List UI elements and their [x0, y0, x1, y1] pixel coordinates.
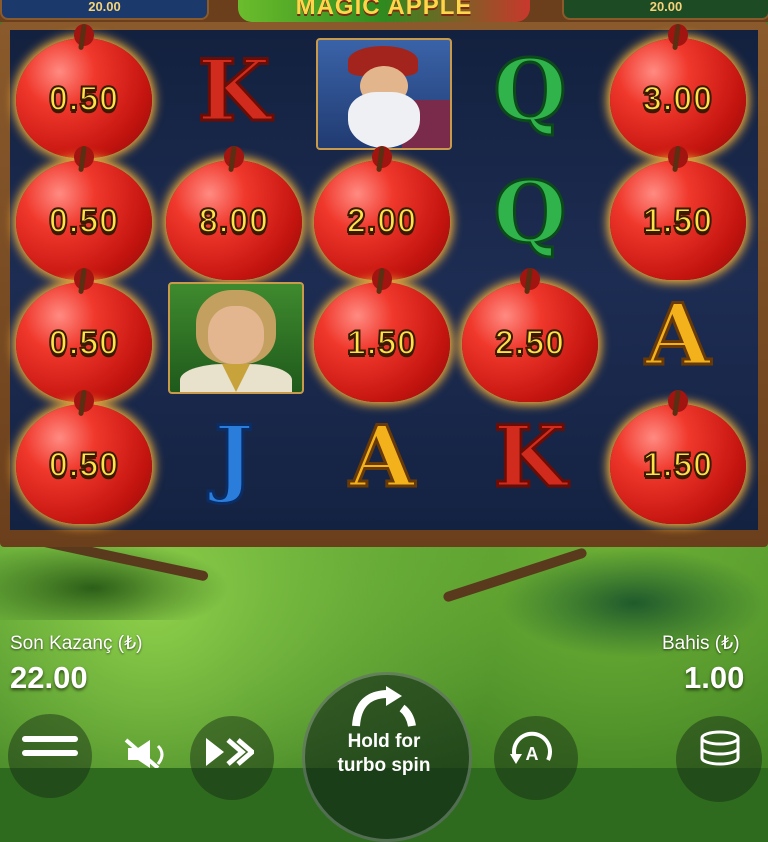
reel-cell: K — [160, 30, 308, 152]
header-right-value: 20.00 — [649, 0, 683, 14]
game-logo: MAGIC APPLE — [238, 0, 530, 22]
reel-cell — [308, 30, 456, 152]
reel-cell: 1.50 — [308, 267, 456, 402]
reel-cell: 2.50 — [456, 267, 604, 402]
menu-icon — [22, 736, 78, 768]
apple-value: 0.50 — [48, 79, 120, 119]
reel-cell: A — [604, 274, 752, 396]
reel-cell: 0.50 — [10, 23, 158, 158]
letter-symbol: A — [644, 285, 712, 384]
apple-value: 1.50 — [346, 323, 418, 363]
reel-cell: J — [160, 396, 308, 518]
reel-cell — [160, 274, 308, 396]
apple-value: 0.50 — [48, 323, 120, 363]
letter-symbol: K — [492, 407, 568, 506]
reel-cell: Q — [456, 152, 604, 274]
bet-value: 1.00 — [684, 660, 745, 695]
spin-hint-line2: turbo spin — [337, 755, 431, 776]
spin-arrows-icon — [352, 686, 416, 727]
apple-value: 3.00 — [642, 79, 714, 119]
reel-cell: Q — [456, 30, 604, 152]
reel-cell: K — [456, 396, 604, 518]
spin-hint: Hold for turbo spin — [302, 730, 466, 778]
svg-text:A: A — [526, 744, 539, 764]
reel-cell: 1.50 — [604, 389, 752, 524]
sound-muted-icon[interactable] — [124, 738, 176, 768]
spin-hint-line1: Hold for — [347, 731, 421, 752]
last-win-label: Son Kazanç (₺) — [10, 633, 143, 654]
letter-symbol: J — [213, 407, 256, 506]
coin-stack-icon — [700, 730, 740, 766]
last-win-value: 22.00 — [10, 660, 88, 695]
fast-forward-icon — [206, 738, 254, 766]
dwarf-portrait-symbol — [316, 38, 452, 150]
apple-value: 0.50 — [48, 201, 120, 241]
apple-value: 2.00 — [346, 201, 418, 241]
reel-cell: 0.50 — [10, 389, 158, 524]
apple-value: 1.50 — [642, 201, 714, 241]
reel-cell: 2.00 — [308, 145, 456, 280]
apple-value: 2.50 — [494, 323, 566, 363]
prince-portrait-symbol — [168, 282, 304, 394]
bet-label: Bahis (₺) — [662, 633, 740, 654]
reel-cell: 3.00 — [604, 23, 752, 158]
header-left-panel: 20.00 — [0, 0, 209, 20]
letter-symbol: Q — [492, 163, 568, 262]
apple-value: 1.50 — [642, 445, 714, 485]
reel-cell: 0.50 — [10, 267, 158, 402]
reel-cell: A — [308, 396, 456, 518]
apple-value: 8.00 — [198, 201, 270, 241]
autoplay-icon: A — [510, 731, 552, 764]
logo-text: MAGIC APPLE — [295, 0, 473, 20]
letter-symbol: Q — [492, 41, 568, 140]
reel-cell: 8.00 — [160, 145, 308, 280]
apple-value: 0.50 — [48, 445, 120, 485]
header-left-value: 20.00 — [88, 0, 121, 14]
top-header: 20.00 MAGIC APPLE 20.00 — [0, 0, 768, 22]
header-right-panel: 20.00 — [562, 0, 768, 20]
reel-cell: 1.50 — [604, 145, 752, 280]
letter-symbol: A — [348, 407, 416, 506]
reel-cell: 0.50 — [10, 145, 158, 280]
letter-symbol: K — [196, 41, 272, 140]
